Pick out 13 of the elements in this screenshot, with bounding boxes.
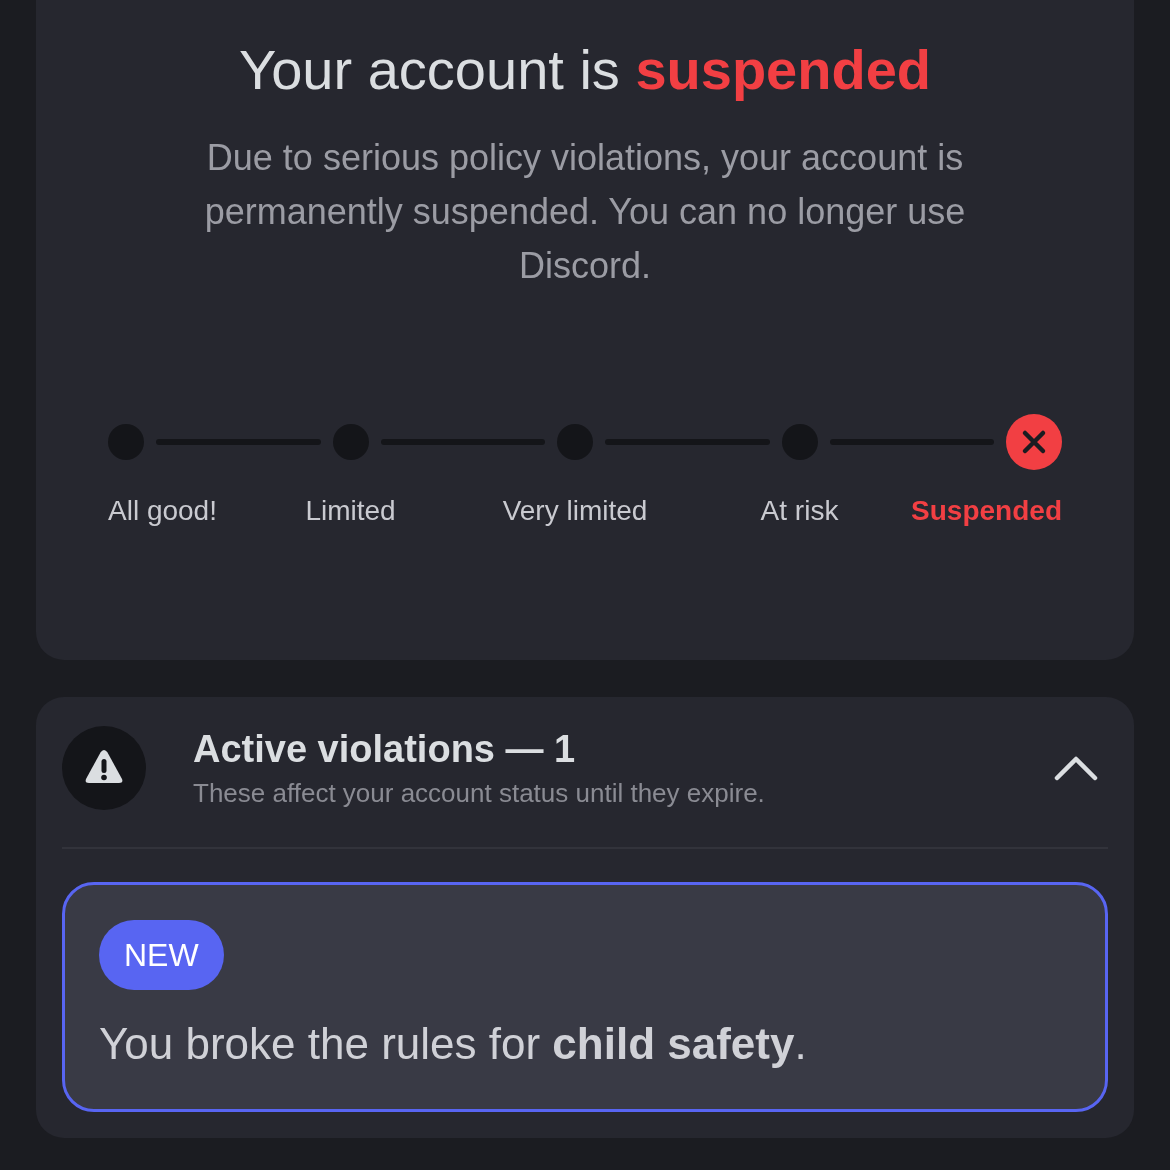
violation-text: You broke the rules for child safety. xyxy=(99,1018,807,1070)
step-label: Suspended xyxy=(911,494,1062,528)
violations-title: Active violations — 1 xyxy=(193,727,577,772)
step-label: Very limited xyxy=(502,494,648,528)
step-label: Limited xyxy=(305,494,396,528)
chevron-up-icon[interactable] xyxy=(1054,755,1098,781)
violations-subtitle: These affect your account status until they expire. xyxy=(193,777,765,810)
warning-icon xyxy=(62,726,146,810)
status-heading: Your account is suspended xyxy=(239,38,931,102)
status-description: Due to serious policy violations, your account is permanently suspended. You can no longer use Discord. xyxy=(203,136,967,288)
new-badge: NEW xyxy=(99,920,224,990)
step-label: All good! xyxy=(108,494,217,528)
step-label: At risk xyxy=(760,494,839,528)
